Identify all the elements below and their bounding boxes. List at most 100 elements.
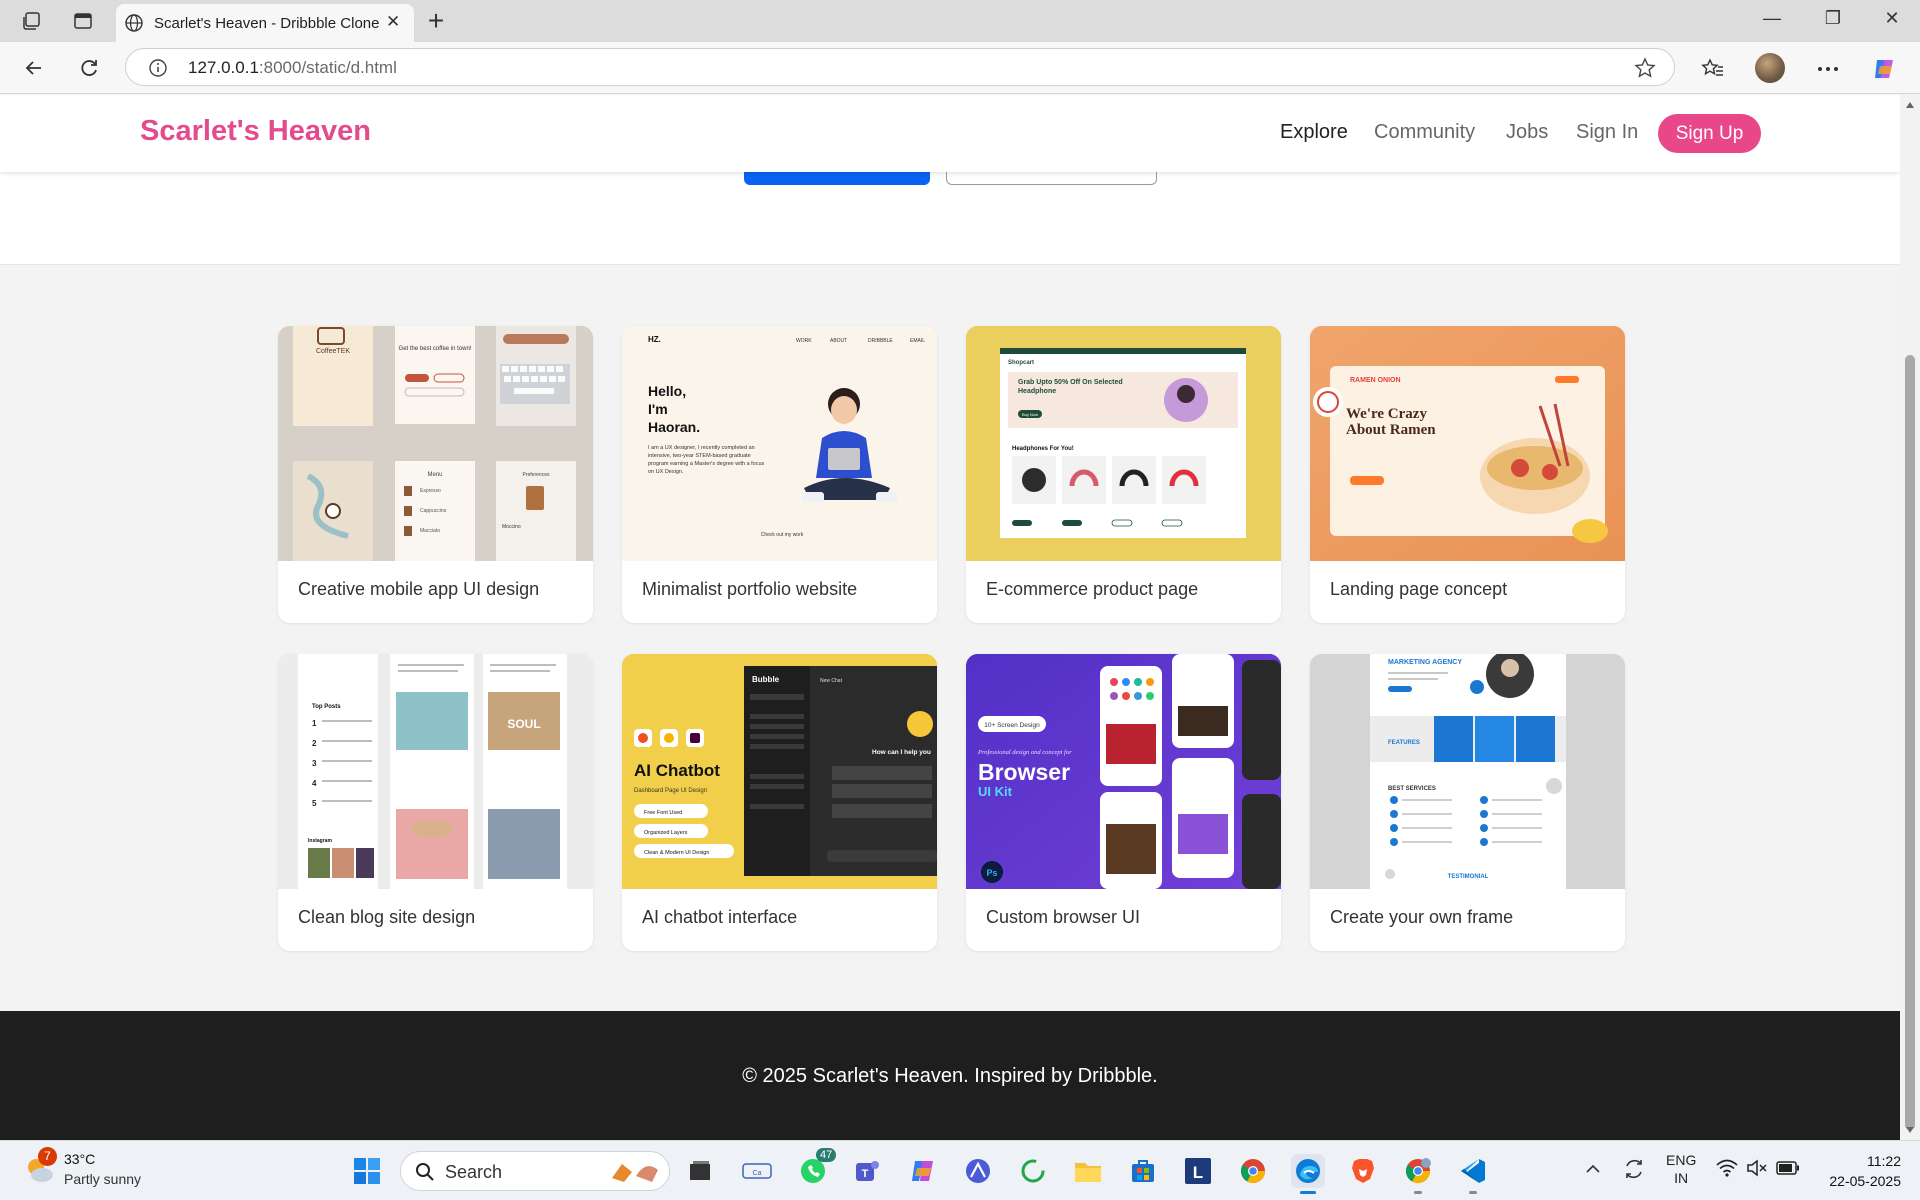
camu-app-icon[interactable]: Ca bbox=[740, 1154, 774, 1188]
svg-text:FEATURES: FEATURES bbox=[1388, 740, 1420, 746]
site-info-icon[interactable] bbox=[148, 58, 168, 83]
active-tab[interactable]: Scarlet's Heaven - Dribbble Clone ✕ bbox=[116, 4, 414, 42]
close-window-button[interactable]: ✕ bbox=[1872, 8, 1912, 29]
nav-sign-in[interactable]: Sign In bbox=[1576, 121, 1638, 144]
shot-card[interactable]: AI Chatbot Dashboard Page UI Design Free… bbox=[622, 654, 937, 951]
minimize-button[interactable]: — bbox=[1752, 8, 1792, 29]
vpn-app-icon[interactable] bbox=[961, 1154, 995, 1188]
shot-card[interactable]: 10+ Screen Design Professional design an… bbox=[966, 654, 1281, 951]
battery-icon[interactable] bbox=[1776, 1161, 1800, 1178]
svg-text:DRIBBBLE: DRIBBBLE bbox=[868, 338, 893, 344]
svg-text:MARKETING AGENCY: MARKETING AGENCY bbox=[1388, 659, 1462, 666]
nav-explore[interactable]: Explore bbox=[1280, 121, 1348, 144]
shot-title: AI chatbot interface bbox=[642, 907, 798, 927]
profile-avatar[interactable] bbox=[1755, 53, 1785, 83]
shot-card[interactable]: MARKETING AGENCY FEATURES BEST SERVICES bbox=[1310, 654, 1625, 951]
brave-icon[interactable] bbox=[1346, 1154, 1380, 1188]
svg-text:Moccino: Moccino bbox=[502, 524, 521, 530]
whatsapp-icon[interactable]: 47 bbox=[796, 1148, 837, 1188]
svg-text:AI Chatbot: AI Chatbot bbox=[634, 761, 720, 780]
refresh-button[interactable] bbox=[75, 54, 103, 82]
copilot-icon[interactable] bbox=[1870, 55, 1898, 83]
footer-copyright: © 2025 Scarlet's Heaven. Inspired by Dri… bbox=[742, 1065, 1158, 1087]
scrollbar-thumb[interactable] bbox=[1905, 355, 1915, 1130]
svg-text:Haoran.: Haoran. bbox=[648, 419, 700, 435]
shot-thumbnail: CoffeeTEK Get the best coffee in town! M… bbox=[278, 326, 593, 561]
running-indicator bbox=[1414, 1191, 1422, 1194]
svg-text:Preferences: Preferences bbox=[523, 472, 550, 478]
edge-icon[interactable] bbox=[1291, 1154, 1325, 1194]
vscode-icon[interactable] bbox=[1456, 1154, 1490, 1194]
svg-text:New Chat: New Chat bbox=[820, 678, 843, 684]
nav-community[interactable]: Community bbox=[1374, 121, 1475, 144]
svg-text:EMAIL: EMAIL bbox=[910, 338, 925, 344]
search-icon bbox=[416, 1163, 434, 1181]
copilot-app-icon[interactable] bbox=[906, 1154, 940, 1188]
close-tab-icon[interactable]: ✕ bbox=[386, 12, 400, 32]
refresh-app-icon[interactable] bbox=[1016, 1154, 1050, 1188]
svg-text:Check out my work: Check out my work bbox=[761, 532, 804, 538]
new-tab-button[interactable]: + bbox=[420, 6, 452, 36]
vertical-tabs-icon[interactable] bbox=[70, 9, 96, 33]
shot-card[interactable]: CoffeeTEK Get the best coffee in town! M… bbox=[278, 326, 593, 623]
weather-temp[interactable]: 33°C bbox=[64, 1151, 95, 1167]
task-view-icon[interactable] bbox=[683, 1154, 717, 1188]
workspaces-icon[interactable] bbox=[18, 9, 44, 33]
favorites-icon[interactable] bbox=[1699, 55, 1727, 83]
back-button[interactable] bbox=[20, 54, 48, 82]
address-toolbar: 127.0.0.1:8000/static/d.html bbox=[0, 42, 1920, 94]
svg-text:I'm: I'm bbox=[648, 401, 668, 417]
svg-text:Espresso: Espresso bbox=[420, 488, 441, 494]
l-app-icon[interactable]: L bbox=[1181, 1154, 1215, 1188]
svg-text:T: T bbox=[862, 1168, 869, 1180]
svg-text:BEST SERVICES: BEST SERVICES bbox=[1388, 786, 1436, 792]
system-clock[interactable]: 11:22 22-05-2025 bbox=[1815, 1151, 1901, 1191]
browser-tab-strip: Scarlet's Heaven - Dribbble Clone ✕ + — … bbox=[0, 0, 1920, 42]
brand-logo[interactable]: Scarlet's Heaven bbox=[140, 115, 371, 148]
svg-text:5: 5 bbox=[312, 799, 317, 808]
nav-jobs[interactable]: Jobs bbox=[1506, 121, 1548, 144]
svg-text:Professional design and concep: Professional design and concept for bbox=[977, 749, 1072, 756]
file-explorer-icon[interactable] bbox=[1071, 1154, 1105, 1188]
more-menu-icon[interactable] bbox=[1814, 55, 1842, 83]
svg-text:Ps: Ps bbox=[986, 868, 997, 878]
microsoft-store-icon[interactable] bbox=[1126, 1154, 1160, 1188]
volume-muted-icon[interactable] bbox=[1746, 1159, 1768, 1180]
weather-condition[interactable]: Partly sunny bbox=[64, 1171, 141, 1187]
shot-card[interactable]: Top Posts 12345 Instagram SOUL Clean blo… bbox=[278, 654, 593, 951]
address-bar[interactable]: 127.0.0.1:8000/static/d.html bbox=[125, 48, 1675, 86]
wifi-icon[interactable] bbox=[1716, 1159, 1738, 1180]
shot-card[interactable]: Shopcart Grab Upto 50% Off On Selected H… bbox=[966, 326, 1281, 623]
site-footer: © 2025 Scarlet's Heaven. Inspired by Dri… bbox=[0, 1011, 1900, 1140]
svg-text:Shopcart: Shopcart bbox=[1008, 360, 1034, 366]
shot-thumbnail: MARKETING AGENCY FEATURES BEST SERVICES bbox=[1310, 654, 1625, 889]
input-language[interactable]: ENG IN bbox=[1666, 1151, 1696, 1187]
svg-text:Get the best coffee in town!: Get the best coffee in town! bbox=[399, 346, 472, 352]
sync-icon[interactable] bbox=[1622, 1157, 1646, 1184]
chrome-profile-icon[interactable] bbox=[1401, 1154, 1435, 1194]
favorite-star-icon[interactable] bbox=[1634, 57, 1656, 84]
windows-start-icon[interactable] bbox=[350, 1154, 384, 1188]
svg-text:Top Posts: Top Posts bbox=[312, 704, 341, 710]
shot-card[interactable]: RAMEN ONION We're Crazy About Ramen Land… bbox=[1310, 326, 1625, 623]
show-hidden-icons-chevron[interactable] bbox=[1585, 1161, 1601, 1177]
shot-title: Create your own frame bbox=[1330, 907, 1514, 927]
svg-text:Clean & Modern UI Design: Clean & Modern UI Design bbox=[644, 850, 709, 856]
sign-up-button[interactable]: Sign Up bbox=[1658, 114, 1761, 153]
svg-text:HZ.: HZ. bbox=[648, 335, 661, 344]
edge-active-indicator bbox=[1300, 1191, 1316, 1194]
page-scrollbar[interactable] bbox=[1900, 95, 1920, 1140]
restore-button[interactable]: ❐ bbox=[1813, 8, 1853, 29]
shot-title: Creative mobile app UI design bbox=[298, 579, 540, 599]
svg-text:Instagram: Instagram bbox=[308, 838, 332, 844]
shot-thumbnail: RAMEN ONION We're Crazy About Ramen bbox=[1310, 326, 1625, 561]
taskbar-search[interactable]: Search bbox=[400, 1151, 670, 1191]
scroll-down-icon[interactable] bbox=[1905, 1126, 1915, 1134]
svg-text:Browser: Browser bbox=[978, 759, 1070, 785]
shot-card[interactable]: HZ. WORK ABOUT DRIBBBLE EMAIL Hello, I'm… bbox=[622, 326, 937, 623]
tab-title: Scarlet's Heaven - Dribbble Clone bbox=[154, 15, 380, 32]
svg-text:2: 2 bbox=[312, 739, 317, 748]
chrome-icon[interactable] bbox=[1236, 1154, 1270, 1188]
teams-icon[interactable]: T bbox=[850, 1154, 884, 1188]
scroll-up-icon[interactable] bbox=[1905, 101, 1915, 109]
